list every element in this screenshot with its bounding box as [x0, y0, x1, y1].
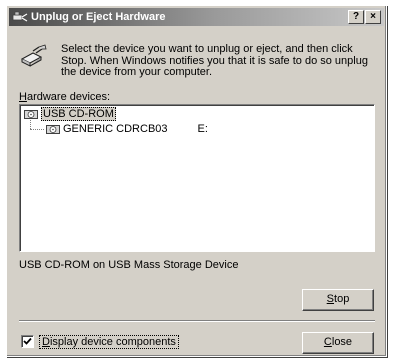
tree-connector [30, 129, 44, 130]
device-description: USB CD-ROM on USB Mass Storage Device [19, 259, 239, 271]
hardware-devices-label: Hardware devices: [19, 91, 111, 103]
drive-letter: E: [197, 123, 208, 135]
instructions-text: Select the device you want to unplug or … [61, 43, 368, 78]
unplug-hardware-icon [12, 11, 28, 22]
hardware-devices-tree[interactable]: USB CD-ROM GENERIC CDRCB03 E: [19, 104, 375, 252]
tree-item-label: GENERIC CDRCB03 [63, 123, 168, 136]
unplug-eject-dialog: Unplug or Eject Hardware ? × Select the … [6, 5, 387, 357]
separator [19, 320, 375, 322]
tree-connector [30, 120, 31, 129]
tree-item-usb-cdrom[interactable]: USB CD-ROM [24, 107, 116, 122]
title-bar[interactable]: Unplug or Eject Hardware ? × [9, 8, 384, 26]
cdrom-icon [46, 125, 60, 135]
stop-button[interactable]: Stop [302, 289, 374, 311]
tree-item-generic-cdrcb03[interactable]: GENERIC CDRCB03 E: [46, 123, 208, 136]
close-window-button[interactable]: × [365, 10, 381, 24]
plug-icon [20, 44, 47, 67]
cdrom-icon [24, 110, 38, 120]
display-components-label[interactable]: Display device components [39, 335, 179, 349]
checkmark-icon [23, 337, 32, 345]
display-components-checkbox[interactable] [21, 335, 34, 348]
help-button[interactable]: ? [348, 10, 364, 24]
tree-item-label: USB CD-ROM [41, 107, 116, 122]
close-button[interactable]: Close [302, 332, 374, 354]
window-title: Unplug or Eject Hardware [31, 11, 166, 23]
